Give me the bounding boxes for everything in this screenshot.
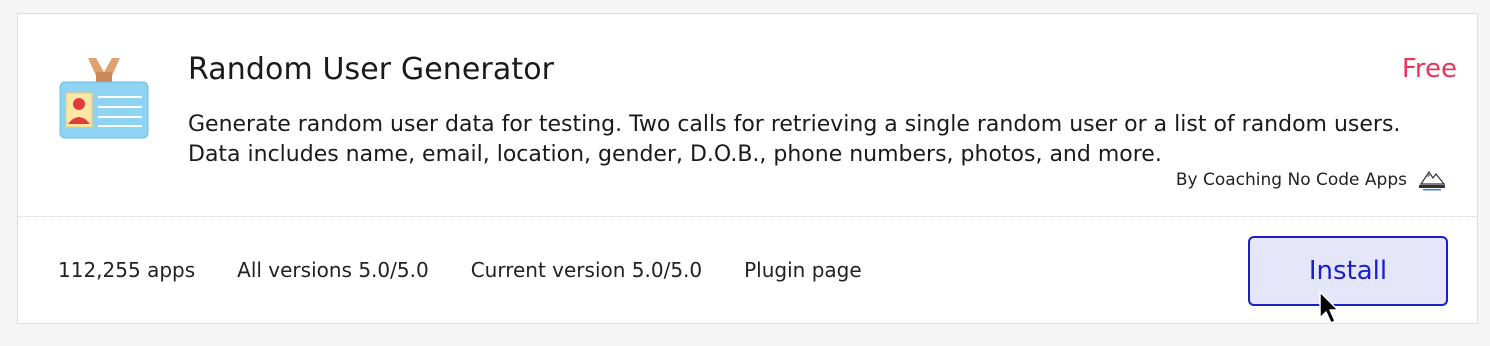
- current-version-rating: Current version 5.0/5.0: [470, 258, 703, 282]
- plugin-page-link[interactable]: Plugin page: [744, 258, 862, 282]
- plugin-description: Generate random user data for testing. T…: [188, 110, 1443, 170]
- id-badge-icon: [59, 58, 149, 139]
- author-info: By Coaching No Code Apps: [1176, 168, 1447, 192]
- author-logo-icon: [1419, 170, 1446, 191]
- description-line-1: Generate random user data for testing. T…: [188, 112, 1401, 137]
- plugin-title: Random User Generator: [188, 52, 555, 87]
- install-button[interactable]: Install: [1248, 236, 1448, 306]
- all-versions-rating: All versions 5.0/5.0: [237, 258, 429, 282]
- mouse-cursor-icon: [1319, 291, 1339, 324]
- install-count: 112,255 apps: [58, 258, 196, 282]
- author-name: By Coaching No Code Apps: [1175, 170, 1407, 190]
- description-line-2: Data includes name, email, location, gen…: [188, 142, 1162, 167]
- card-divider: [18, 216, 1477, 217]
- plugin-card: Random User Generator Free Generate rand…: [17, 13, 1478, 324]
- price-label: Free: [1401, 54, 1457, 84]
- plugin-stats: 112,255 apps All versions 5.0/5.0 Curren…: [58, 258, 904, 282]
